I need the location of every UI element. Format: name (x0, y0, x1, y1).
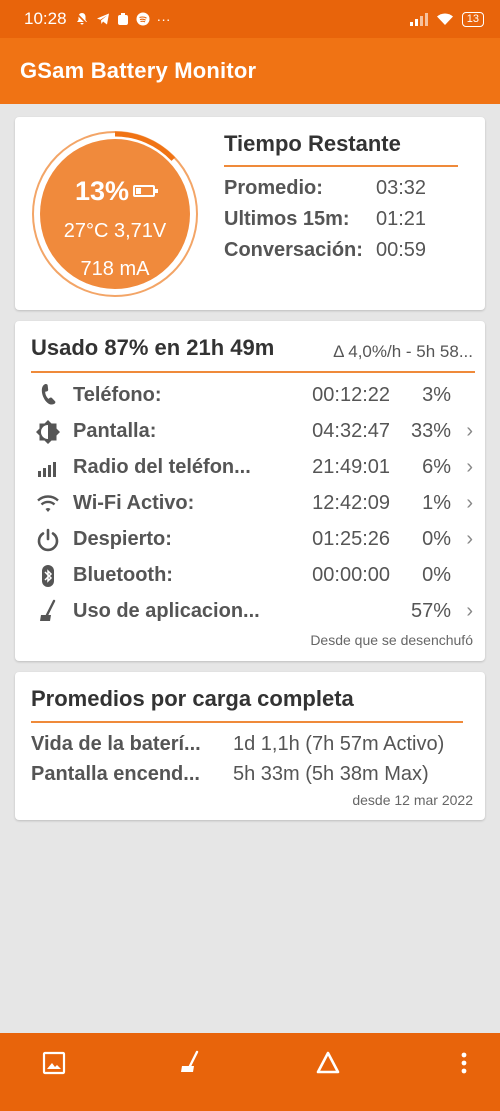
app-bar: GSam Battery Monitor (0, 38, 500, 104)
bottom-toolbar (0, 1033, 500, 1091)
bluetooth-icon (42, 565, 54, 587)
wifi-status-icon (436, 13, 453, 25)
usage-row-wifi[interactable]: Wi-Fi Activo: 12:42:09 1% › (15, 485, 485, 521)
wifi-icon (37, 495, 59, 512)
usage-footer: Desde que se desenchufó (310, 632, 473, 648)
telegram-icon (96, 13, 109, 25)
usage-row-apps[interactable]: Uso de aplicacion... 57% › (15, 593, 485, 629)
usage-delta: Δ 4,0%/h - 5h 58... (333, 342, 473, 361)
temp-voltage: 27°C 3,71V (63, 220, 167, 242)
remaining-row-talk: Conversación: 00:59 (224, 239, 427, 261)
chevron-right-icon: › (466, 600, 473, 622)
usage-row-screen[interactable]: Pantalla: 04:32:47 33% › (15, 413, 485, 449)
signal-strength-icon (409, 12, 428, 26)
averages-card: Promedios por carga completa Vida de la … (15, 672, 485, 820)
status-bar: 10:28 ··· 13 (0, 0, 500, 38)
divider (31, 371, 475, 373)
battery-summary-card[interactable]: 13% 27°C 3,71V 718 mA Tiempo Restante Pr… (15, 117, 485, 310)
remaining-row-last15: Ultimos 15m: 01:21 (224, 208, 427, 230)
delta-icon[interactable] (314, 1049, 342, 1077)
broom-icon[interactable] (176, 1049, 204, 1077)
battery-icon (133, 184, 159, 197)
usage-title: Usado 87% en 21h 49m (31, 335, 275, 360)
bell-off-icon (74, 12, 89, 26)
image-icon[interactable] (40, 1049, 68, 1077)
signal-icon (38, 462, 56, 477)
battery-status: 13 (461, 11, 484, 27)
chevron-right-icon: › (466, 420, 473, 442)
usage-row-bluetooth[interactable]: Bluetooth: 00:00:00 0% (15, 557, 485, 593)
phone-icon (41, 383, 56, 405)
more-vert-icon[interactable] (450, 1049, 478, 1077)
app-icon (117, 13, 128, 25)
spotify-icon (136, 12, 150, 26)
brightness-icon (36, 420, 60, 444)
averages-footer: desde 12 mar 2022 (352, 792, 473, 808)
divider (224, 165, 458, 167)
usage-row-phone[interactable]: Teléfono: 00:12:22 3% (15, 377, 485, 413)
average-row-battery-life: Vida de la baterí... 1d 1,1h (7h 57m Acti… (31, 733, 445, 755)
chevron-right-icon: › (466, 528, 473, 550)
usage-row-awake[interactable]: Despierto: 01:25:26 0% › (15, 521, 485, 557)
usage-card: Usado 87% en 21h 49m Δ 4,0%/h - 5h 58...… (15, 321, 485, 661)
power-icon (37, 528, 59, 552)
more-notifications: ··· (156, 11, 171, 27)
battery-percent: 13% (74, 176, 130, 206)
broom-icon (40, 599, 56, 621)
divider (31, 721, 463, 723)
remaining-row-average: Promedio: 03:32 (224, 177, 427, 199)
current-ma: 718 mA (80, 258, 150, 280)
system-nav-bar (0, 1091, 500, 1111)
averages-title: Promedios por carga completa (31, 686, 354, 711)
chevron-right-icon: › (466, 492, 473, 514)
average-row-screen-on: Pantalla encend... 5h 33m (5h 38m Max) (31, 763, 429, 785)
app-title: GSam Battery Monitor (20, 58, 257, 83)
remaining-time-title: Tiempo Restante (224, 131, 401, 156)
usage-row-radio[interactable]: Radio del teléfon... 21:49:01 6% › (15, 449, 485, 485)
chevron-right-icon: › (466, 456, 473, 478)
status-time: 10:28 (24, 9, 67, 28)
